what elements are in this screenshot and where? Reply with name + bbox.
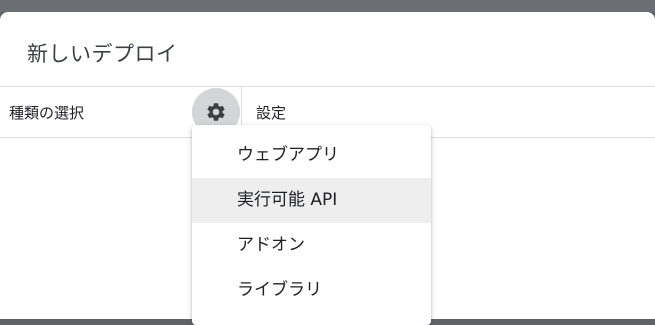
settings-label: 設定	[256, 104, 287, 122]
backdrop-strip	[0, 0, 655, 12]
gear-icon	[207, 103, 225, 121]
menu-item-add-on[interactable]: アドオン	[192, 223, 431, 268]
menu-item-api-executable[interactable]: 実行可能 API	[192, 178, 431, 223]
menu-item-library[interactable]: ライブラリ	[192, 268, 431, 313]
dialog-title: 新しいデプロイ	[27, 42, 178, 66]
menu-item-web-app[interactable]: ウェブアプリ	[192, 133, 431, 178]
deploy-type-menu: ウェブアプリ 実行可能 API アドオン ライブラリ	[192, 125, 431, 325]
select-type-label: 種類の選択	[9, 104, 85, 122]
